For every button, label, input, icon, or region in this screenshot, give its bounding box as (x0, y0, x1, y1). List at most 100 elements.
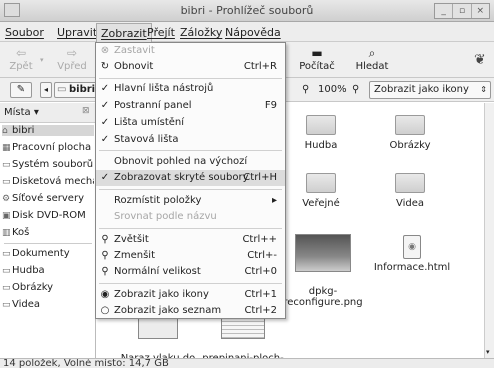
menu-item-label: Postranní panel (114, 100, 192, 111)
scroll-down-icon[interactable]: ▾ (486, 348, 490, 356)
computer-icon: ▬ (311, 46, 323, 60)
sidebar-item-filesystem[interactable]: ▭Systém souborů (2, 159, 94, 170)
file-label: Videa (395, 198, 425, 209)
arrow-left-icon: ◂ (43, 85, 48, 94)
maximize-button[interactable]: ▫ (453, 4, 472, 18)
sidebar-places-select[interactable]: Místa ▾ (4, 107, 39, 118)
folder-icon: ▭ (2, 266, 11, 276)
reload-icon: ↻ (100, 61, 110, 72)
html-file-icon: ◉ (403, 235, 421, 259)
computer-button[interactable]: ▬ Počítač (297, 46, 337, 72)
check-icon: ✓ (100, 172, 110, 183)
path-button-home[interactable]: ▭ bibri (54, 82, 100, 98)
menu-item-status-bar[interactable]: ✓ Stavová lišta (96, 132, 285, 148)
check-icon: ✓ (100, 117, 110, 128)
menu-item-reload[interactable]: ↻ Obnovit Ctrl+R (96, 59, 285, 75)
sidebar-item-bibri[interactable]: ⌂ bibri (2, 125, 94, 136)
view-mode-label: Zobrazit jako ikony (374, 84, 469, 95)
zoom-level[interactable]: 100% (318, 84, 347, 95)
computer-label: Počítač (299, 61, 335, 72)
home-folder-icon: ▭ (57, 84, 67, 95)
menu-item-show-hidden[interactable]: ✓ Zobrazovat skryté soubory Ctrl+H (96, 170, 285, 186)
menu-item-view-as-icons[interactable]: ◉ Zobrazit jako ikony Ctrl+1 (96, 287, 285, 303)
sidebar-item-music[interactable]: ▭Hudba (2, 265, 94, 276)
path-button-label: bibri (69, 84, 96, 95)
file-item-html[interactable]: ◉ Informace.html (368, 235, 456, 273)
menu-item-zoom-out[interactable]: ⚲ Zmenšit Ctrl+- (96, 248, 285, 264)
menu-item-normal-size[interactable]: ⚲ Normální velikost Ctrl+0 (96, 264, 285, 280)
sidebar-close-icon[interactable]: ⊠ (82, 106, 90, 116)
trash-icon: ▥ (2, 228, 11, 238)
toggle-location-button[interactable]: ✎ (10, 82, 32, 98)
menu-item-label: Zobrazovat skryté soubory (114, 172, 249, 183)
menu-item-location-bar[interactable]: ✓ Lišta umístění (96, 115, 285, 131)
menu-prejit[interactable]: Přejít (147, 26, 175, 39)
menu-item-stop[interactable]: ⊗ Zastavit (96, 43, 285, 59)
sidebar-item-trash[interactable]: ▥Koš (2, 227, 94, 238)
sidebar-item-pictures[interactable]: ▭Obrázky (2, 282, 94, 293)
back-label: Zpět (9, 61, 33, 72)
menu-item-arrange[interactable]: Rozmístit položky ▸ (96, 193, 285, 209)
folder-icon: ▭ (2, 300, 11, 310)
drive-icon: ▭ (2, 160, 11, 170)
zoom-in-icon[interactable]: ⚲ (352, 84, 359, 95)
check-icon: ✓ (100, 100, 110, 111)
sidebar-item-videos[interactable]: ▭Videa (2, 299, 94, 310)
search-button[interactable]: ⌕ Hledat (353, 46, 391, 72)
menu-item-accelerator: Ctrl+0 (244, 266, 277, 277)
check-icon: ✓ (100, 134, 110, 145)
menu-separator (99, 78, 282, 79)
zoom-out-icon[interactable]: ⚲ (302, 84, 309, 95)
file-item-folder[interactable]: Obrázky (370, 115, 450, 151)
menu-zalozky[interactable]: Záložky (180, 26, 222, 39)
sidebar-item-desktop[interactable]: ▦Pracovní plocha (2, 142, 94, 153)
menu-item-restore-view[interactable]: Obnovit pohled na výchozí (96, 154, 285, 170)
back-button[interactable]: ⇦ Zpět (5, 46, 37, 72)
sidebar-item-network[interactable]: ⚙ Síťové servery (2, 193, 94, 204)
radio-empty-icon: ○ (100, 305, 110, 316)
image-thumbnail-icon (295, 234, 351, 272)
menu-item-label: Obnovit (114, 61, 154, 72)
video-thumbnail-icon (138, 317, 178, 339)
sidebar-item-documents[interactable]: ▭Dokumenty (2, 248, 94, 259)
file-item-folder[interactable]: Videa (370, 173, 450, 209)
sidebar-item-label: Koš (12, 227, 30, 238)
view-mode-select[interactable]: Zobrazit jako ikony ⇕ (369, 81, 491, 99)
file-item-folder[interactable]: Veřejné (281, 173, 361, 209)
sidebar-item-label: bibri (12, 125, 35, 136)
sidebar-item-floppy[interactable]: ▭Disketová mechanika (2, 176, 94, 187)
menu-item-main-toolbar[interactable]: ✓ Hlavní lišta nástrojů (96, 81, 285, 97)
sidebar-item-label: Obrázky (12, 282, 54, 293)
menu-item-zoom-in[interactable]: ⚲ Zvětšit Ctrl++ (96, 232, 285, 248)
back-history-icon[interactable]: ▾ (40, 56, 44, 64)
sidebar-header-label: Místa (4, 107, 31, 118)
menu-soubor[interactable]: Soubor (5, 26, 44, 39)
sidebar: Místa ▾ ⊠ ⌂ bibri ▦Pracovní plocha ▭Systé… (0, 103, 96, 358)
menu-separator (99, 228, 282, 229)
menu-napoveda[interactable]: Nápověda (225, 26, 281, 39)
folder-icon (395, 173, 425, 193)
file-item-image[interactable]: dpkg- reconfigure.png (276, 223, 370, 308)
vertical-scrollbar[interactable]: ▾ (484, 103, 494, 358)
menu-item-label: Obnovit pohled na výchozí (114, 156, 248, 167)
dvd-drive-icon: ▣ (2, 211, 11, 221)
search-label: Hledat (355, 61, 389, 72)
menu-item-side-panel[interactable]: ✓ Postranní panel F9 (96, 98, 285, 114)
menu-upravit[interactable]: Upravit (57, 26, 97, 39)
menu-item-label: Zmenšit (114, 250, 155, 261)
menu-item-accelerator: Ctrl++ (242, 234, 277, 245)
file-label: dpkg- reconfigure.png (283, 286, 363, 308)
menu-item-view-as-list[interactable]: ○ Zobrazit jako seznam Ctrl+2 (96, 303, 285, 319)
menu-zobrazit[interactable]: Zobrazit (96, 23, 152, 42)
title-bar: bibri - Prohlížeč souborů _ ▫ × (0, 0, 494, 22)
close-button[interactable]: × (472, 4, 489, 18)
minimize-button[interactable]: _ (435, 4, 454, 18)
view-menu-dropdown: ⊗ Zastavit ↻ Obnovit Ctrl+R ✓ Hlavní liš… (95, 42, 286, 319)
forward-button[interactable]: ⇨ Vpřed (54, 46, 90, 72)
forward-label: Vpřed (57, 61, 87, 72)
file-item-folder[interactable]: Hudba (281, 115, 361, 151)
file-label: Hudba (304, 140, 338, 151)
sidebar-item-dvd[interactable]: ▣Disk DVD-ROM (2, 210, 94, 221)
path-left-button[interactable]: ◂ (40, 82, 52, 98)
menu-item-align-name[interactable]: Srovnat podle názvu (96, 209, 285, 225)
